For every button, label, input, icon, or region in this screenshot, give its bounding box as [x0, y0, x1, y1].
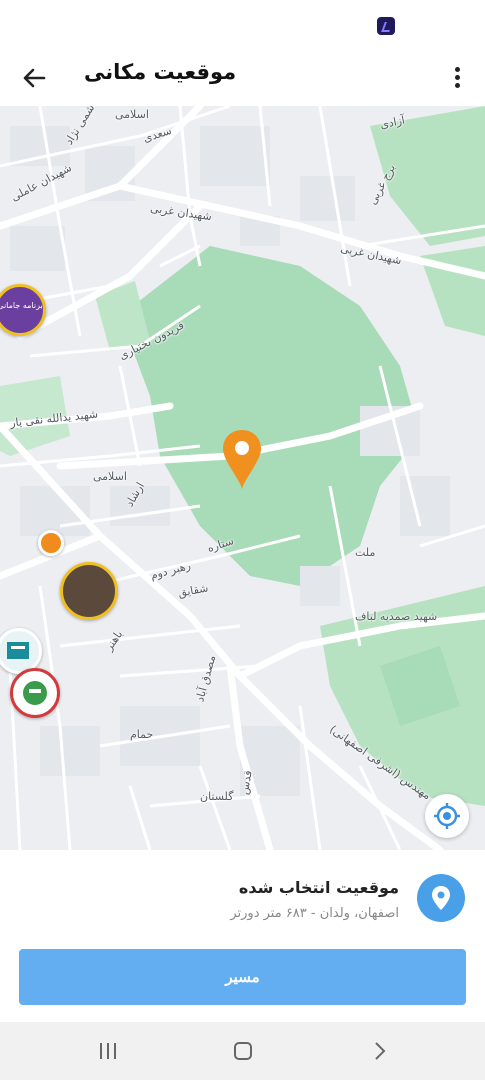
poi-marker-orange[interactable]	[38, 530, 64, 556]
notification-app-icon	[377, 17, 395, 35]
system-nav-bar	[0, 1022, 485, 1080]
map-view[interactable]: سعدی اسلامی هاشمی نژاد شهیدان عاملی شهید…	[0, 106, 485, 850]
street-label: اسلامی	[115, 108, 149, 121]
recent-apps-icon[interactable]	[97, 1040, 119, 1062]
more-options-icon[interactable]	[446, 62, 468, 94]
home-icon[interactable]	[232, 1040, 254, 1062]
location-details-sheet: موقعیت انتخاب شده اصفهان، ولدان - ۶۸۳ مت…	[0, 850, 485, 1022]
route-button[interactable]: مسیر	[19, 949, 466, 1005]
page-title: موقعیت مکانی	[84, 60, 237, 84]
location-pin-icon	[417, 874, 465, 922]
app-bar: موقعیت مکانی	[0, 50, 485, 106]
crosshair-icon	[434, 803, 460, 829]
my-location-button[interactable]	[425, 794, 469, 838]
street-label: شهید صمدیه لباف	[355, 610, 438, 623]
selected-location-title: موقعیت انتخاب شده	[238, 878, 399, 897]
back-nav-icon[interactable]	[368, 1040, 390, 1062]
poi-badge-label: برنامه جامانی	[0, 301, 43, 310]
poi-marker-green[interactable]	[10, 668, 60, 718]
selected-location-pin-icon	[223, 430, 261, 490]
poi-marker-photo[interactable]	[60, 562, 118, 620]
street-label: ملت	[355, 546, 376, 559]
street-label: اسلامی	[93, 470, 127, 483]
street-label: حمام	[130, 728, 154, 741]
street-label: گلستان	[200, 790, 234, 803]
back-arrow-icon[interactable]	[18, 62, 50, 94]
selected-location-address: اصفهان، ولدان - ۶۸۳ متر دورتر	[230, 906, 399, 921]
status-bar	[0, 0, 485, 50]
